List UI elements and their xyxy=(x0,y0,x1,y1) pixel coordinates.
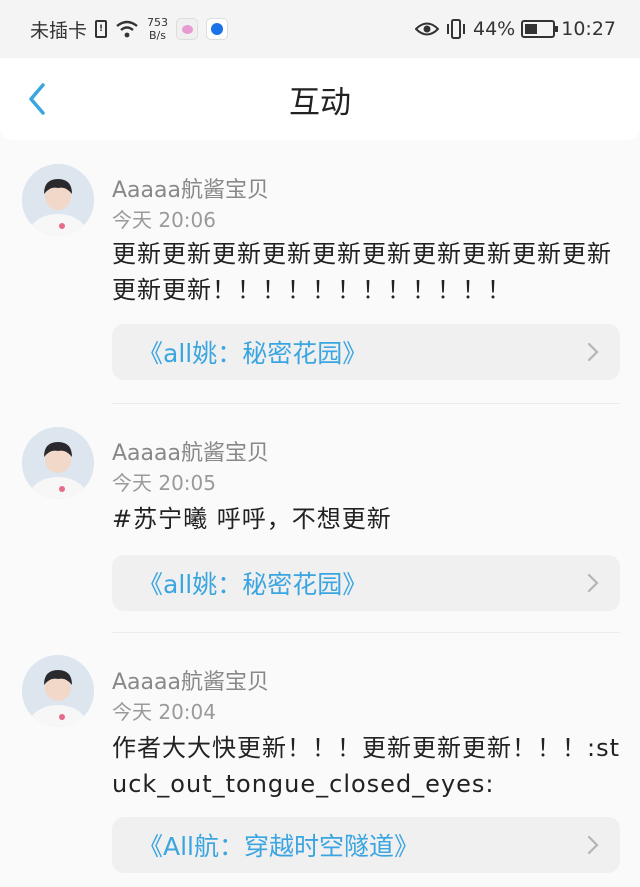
battery-percent: 44% xyxy=(473,18,516,40)
username[interactable]: Aaaaa航酱宝贝 xyxy=(112,435,269,467)
app-notification-icon xyxy=(176,18,199,40)
chevron-right-icon xyxy=(587,342,599,362)
carrier-label: 未插卡 xyxy=(30,19,88,42)
timestamp: 今天 20:05 xyxy=(112,471,216,495)
comment-item: Aaaaa航酱宝贝 今天 20:04 作者大大快更新！！！更新更新更新！！！:s… xyxy=(0,633,640,887)
comment-item: Aaaaa航酱宝贝 今天 20:06 更新更新更新更新更新更新更新更新更新更新更… xyxy=(0,140,640,405)
avatar-image xyxy=(22,164,94,236)
avatar[interactable] xyxy=(22,427,94,499)
status-bar: 未插卡 ! 753 B/s 44% 10:27 xyxy=(0,0,640,58)
book-title: 《All航：穿越时空隧道》 xyxy=(138,832,419,861)
chevron-right-icon xyxy=(587,573,599,593)
chevron-right-icon xyxy=(587,835,599,855)
avatar-image xyxy=(22,655,94,727)
timestamp: 今天 20:06 xyxy=(112,208,216,232)
top-nav-bar: 互动 xyxy=(0,58,640,140)
comment-item: Aaaaa航酱宝贝 今天 20:05 #苏宁曦 呼呼，不想更新 《all姚：秘密… xyxy=(0,405,640,633)
vibrate-icon xyxy=(447,19,465,39)
avatar-image xyxy=(22,427,94,499)
timestamp: 今天 20:04 xyxy=(112,700,216,724)
clock: 10:27 xyxy=(561,18,616,40)
book-title: 《all姚：秘密花园》 xyxy=(138,570,368,599)
book-title: 《all姚：秘密花园》 xyxy=(138,339,368,368)
status-left: 未插卡 ! 753 B/s xyxy=(30,16,229,43)
status-right: 44% 10:27 xyxy=(415,18,616,40)
divider xyxy=(112,403,620,404)
book-link-card[interactable]: 《all姚：秘密花园》 xyxy=(112,555,620,611)
avatar[interactable] xyxy=(22,164,94,236)
chevron-left-icon xyxy=(29,83,45,115)
speed-unit: B/s xyxy=(149,29,166,42)
network-speed: 753 B/s xyxy=(147,16,168,42)
username[interactable]: Aaaaa航酱宝贝 xyxy=(112,664,269,696)
comment-text: 更新更新更新更新更新更新更新更新更新更新更新更新！！！！！！！！！！！！ xyxy=(112,240,612,304)
eye-comfort-icon xyxy=(415,22,439,36)
book-link-card[interactable]: 《All航：穿越时空隧道》 xyxy=(112,817,620,873)
book-link-card[interactable]: 《all姚：秘密花园》 xyxy=(112,324,620,380)
username[interactable]: Aaaaa航酱宝贝 xyxy=(112,172,269,204)
page-title: 互动 xyxy=(289,84,351,121)
browser-notification-icon xyxy=(206,18,229,40)
back-button[interactable] xyxy=(20,82,54,116)
comment-text: 作者大大快更新！！！更新更新更新！！！:stuck_out_tongue_clo… xyxy=(112,734,620,798)
battery-icon xyxy=(521,20,559,38)
speed-value: 753 xyxy=(147,16,169,29)
sim-missing-icon: ! xyxy=(95,20,108,38)
avatar[interactable] xyxy=(22,655,94,727)
wifi-icon xyxy=(116,20,138,38)
comment-text: #苏宁曦 呼呼，不想更新 xyxy=(112,505,392,533)
